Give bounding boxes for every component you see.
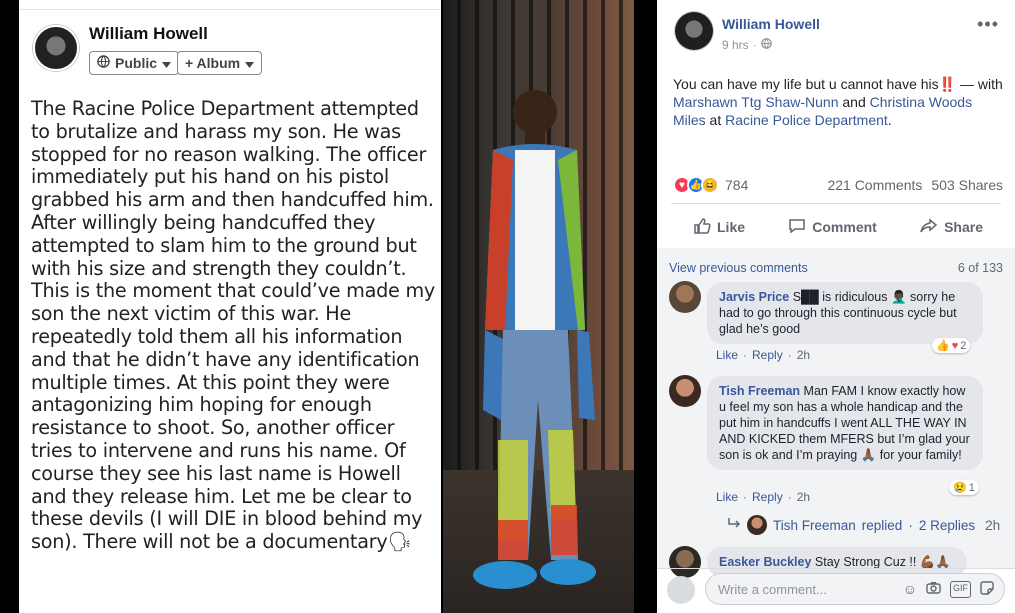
- comment-author[interactable]: Easker Buckley: [719, 555, 811, 569]
- post-stats: ♥ 👍 😆 784 221 Comments 503 Shares: [673, 175, 1003, 195]
- audience-label: Public: [115, 55, 158, 71]
- comment-like-link[interactable]: Like: [716, 348, 738, 362]
- comment-like-link[interactable]: Like: [716, 490, 738, 504]
- share-button[interactable]: Share: [900, 217, 1003, 238]
- reply-verb: replied: [861, 517, 903, 533]
- dot-separator: ·: [743, 490, 748, 504]
- reply-author[interactable]: Tish Freeman: [773, 518, 856, 533]
- comment-time[interactable]: 2h: [797, 490, 810, 504]
- dot-separator: ·: [752, 38, 757, 52]
- comment-reply-link[interactable]: Reply: [752, 348, 783, 362]
- comment-author[interactable]: Tish Freeman: [719, 384, 800, 398]
- post-caption: You can have my life but u cannot have h…: [673, 75, 1003, 129]
- author-avatar[interactable]: [33, 25, 79, 71]
- comments-section: View previous comments 6 of 133 Jarvis P…: [657, 248, 1015, 578]
- caption-at: at: [705, 112, 726, 128]
- sticker-icon[interactable]: [980, 580, 994, 598]
- comment-time[interactable]: 2h: [797, 348, 810, 362]
- reply-avatar: [747, 515, 767, 535]
- dot-separator: ·: [787, 348, 792, 362]
- like-button[interactable]: Like: [673, 217, 765, 238]
- place-link[interactable]: Racine Police Department: [725, 112, 888, 128]
- sad-reaction-icon: 😢: [953, 482, 967, 494]
- post-photo[interactable]: [443, 0, 634, 613]
- comment-bubble: Tish Freeman Man FAM I know exactly how …: [707, 376, 983, 470]
- comment-label: Comment: [812, 219, 877, 235]
- person-figure: [473, 90, 596, 589]
- thumbs-up-icon: [693, 217, 711, 238]
- post-body-text: The Racine Police Department attempted t…: [31, 97, 435, 554]
- comment-meta: Like · Reply · 2h: [716, 490, 810, 504]
- comment-meta: Like · Reply · 2h: [716, 348, 810, 362]
- comment-reply-link[interactable]: Reply: [752, 490, 783, 504]
- share-label: Share: [944, 219, 983, 235]
- comment-button[interactable]: Comment: [768, 217, 897, 238]
- commenter-avatar[interactable]: [669, 546, 701, 578]
- caret-down-icon: [245, 55, 255, 71]
- author-avatar[interactable]: [675, 12, 713, 50]
- replies-summary[interactable]: Tish Freeman replied · 2 Replies 2h: [727, 515, 1000, 535]
- reply-arrow-icon: [727, 517, 741, 533]
- dot-separator: ·: [743, 348, 748, 362]
- current-user-avatar: [667, 576, 695, 604]
- author-name[interactable]: William Howell: [722, 16, 820, 32]
- audience-selector[interactable]: Public: [89, 51, 180, 75]
- album-label: + Album: [185, 55, 241, 71]
- reaction-count[interactable]: 784: [725, 177, 748, 193]
- comment-reactions[interactable]: 😢 1: [949, 480, 979, 495]
- tag-link-1[interactable]: Marshawn Ttg Shaw-Nunn: [673, 94, 838, 110]
- replies-count[interactable]: 2 Replies: [919, 518, 975, 533]
- like-reaction-icon: 👍: [936, 340, 950, 352]
- post-meta: 9 hrs ·: [722, 38, 772, 52]
- post-time[interactable]: 9 hrs: [722, 38, 749, 52]
- dot-separator: ·: [787, 490, 792, 504]
- album-selector[interactable]: + Album: [177, 51, 263, 75]
- comment-reactions[interactable]: 👍 ♥ 2: [932, 338, 971, 353]
- comment-input[interactable]: Write a comment... ☺ GIF: [705, 573, 1005, 605]
- comment-bubble: Jarvis Price S██ is ridiculous 🤦🏿‍♂️ sor…: [707, 282, 983, 344]
- gif-icon[interactable]: GIF: [950, 580, 971, 598]
- author-name[interactable]: William Howell: [89, 24, 208, 44]
- divider: [657, 568, 1015, 569]
- globe-icon: [97, 55, 110, 71]
- more-options-icon[interactable]: •••: [977, 14, 999, 35]
- comment-icon: [788, 217, 806, 238]
- comments-count[interactable]: 221 Comments: [827, 177, 922, 193]
- comment-reaction-count: 2: [960, 339, 967, 352]
- commenter-avatar[interactable]: [669, 375, 701, 407]
- caption-and: and: [838, 94, 870, 110]
- comment-author[interactable]: Jarvis Price: [719, 290, 789, 304]
- haha-reaction-icon[interactable]: 😆: [701, 176, 719, 194]
- love-reaction-icon: ♥: [951, 339, 959, 352]
- shares-count[interactable]: 503 Shares: [931, 177, 1003, 193]
- camera-icon[interactable]: [926, 581, 941, 598]
- caption-period: .: [887, 112, 892, 128]
- share-icon: [920, 217, 938, 238]
- caption-text: You can have my life but u cannot have h…: [673, 76, 1003, 92]
- left-post-screenshot: William Howell Public + Album The Racine…: [19, 0, 441, 613]
- divider: [671, 203, 1001, 204]
- reply-separator: ·: [908, 517, 913, 533]
- globe-icon[interactable]: [760, 38, 772, 52]
- comment-reaction-count: 1: [968, 481, 975, 494]
- commenter-avatar[interactable]: [669, 281, 701, 313]
- top-bar: [19, 0, 441, 10]
- view-previous-comments-link[interactable]: View previous comments: [669, 261, 808, 275]
- emoji-icon[interactable]: ☺: [903, 581, 917, 598]
- like-label: Like: [717, 219, 746, 235]
- reply-time: 2h: [985, 517, 1001, 533]
- post-actions: Like Comment Share: [673, 210, 1003, 244]
- caret-down-icon: [162, 55, 172, 71]
- comment-text: Stay Strong Cuz !! 💪🏾🙏🏾: [814, 555, 951, 569]
- comments-counter: 6 of 133: [957, 261, 1003, 275]
- facebook-post: William Howell 9 hrs · ••• You can have …: [657, 0, 1015, 613]
- comment-input-placeholder: Write a comment...: [718, 581, 827, 597]
